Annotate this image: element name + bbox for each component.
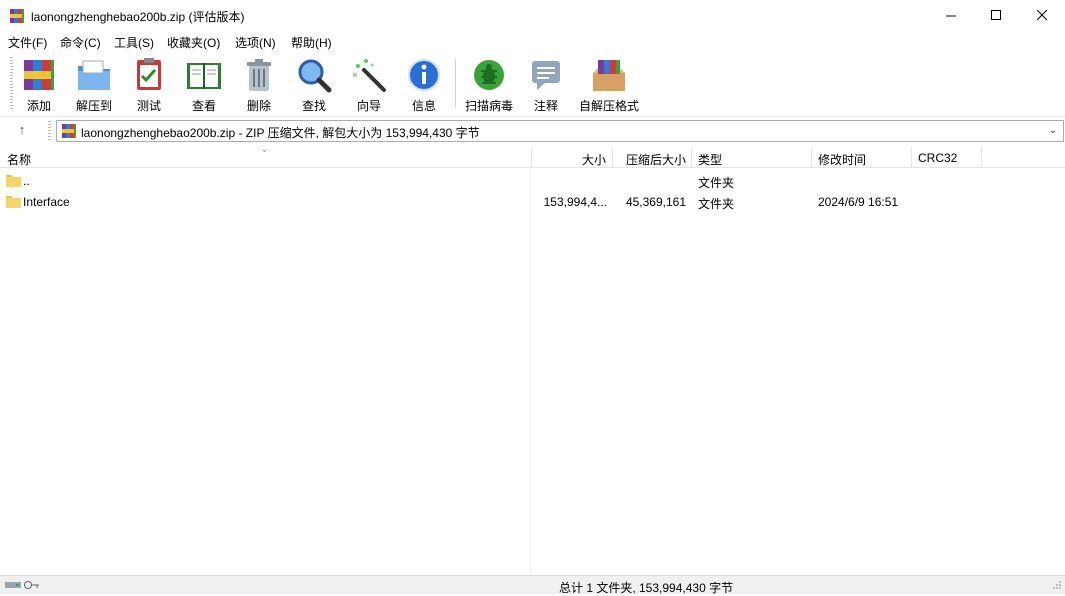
address-bar[interactable]: laonongzhenghebao200b.zip - ZIP 压缩文件, 解包… <box>56 120 1064 142</box>
resize-grip-icon[interactable] <box>1052 580 1062 590</box>
magnifier-icon <box>298 59 332 93</box>
toolbar: 添加 解压到 测试 查看 删除 查找 向导 信息 扫描病毒 注释 自解压格式 <box>0 51 1065 117</box>
menu-command[interactable]: 命令(C) <box>60 34 101 51</box>
column-packed-label: 压缩后大小 <box>625 153 686 167</box>
sfx-button[interactable]: 自解压格式 <box>577 54 641 114</box>
delete-button[interactable]: 删除 <box>231 54 287 114</box>
find-label: 查找 <box>301 99 326 113</box>
table-row[interactable]: Interface 153,994,4... 45,369,161 文件夹 20… <box>0 191 1065 212</box>
title-bar: laonongzhenghebao200b.zip (评估版本) <box>0 0 1065 31</box>
sort-indicator-icon: ⌄ <box>261 144 269 154</box>
address-row: ↑ laonongzhenghebao200b.zip - ZIP 压缩文件, … <box>0 117 1065 145</box>
column-crc-label: CRC32 <box>918 151 958 165</box>
table-row[interactable]: .. 文件夹 <box>0 170 1065 191</box>
row-type: 文件夹 <box>698 197 735 211</box>
toolbar-separator <box>455 59 456 107</box>
info-button[interactable]: 信息 <box>396 54 452 114</box>
menu-options[interactable]: 选项(N) <box>235 34 276 51</box>
view-button[interactable]: 查看 <box>176 54 232 114</box>
test-label: 测试 <box>136 99 161 113</box>
menu-tools[interactable]: 工具(S) <box>114 34 154 51</box>
drive-icon <box>5 582 21 588</box>
arrow-up-icon: ↑ <box>18 122 26 137</box>
view-book-icon <box>187 63 221 89</box>
file-list-header: 名称 ⌄ 大小 压缩后大小 类型 修改时间 CRC32 <box>0 144 1065 168</box>
status-bar: 总计 1 文件夹, 153,994,430 字节 <box>0 575 1065 595</box>
folder-icon <box>6 175 21 187</box>
column-size[interactable]: 大小 <box>532 147 613 167</box>
row-name: Interface <box>23 195 70 209</box>
address-grip[interactable] <box>48 121 51 141</box>
folder-icon <box>6 196 21 208</box>
virus-scan-icon <box>474 60 504 90</box>
find-button[interactable]: 查找 <box>286 54 342 114</box>
close-icon <box>1036 10 1047 21</box>
virus-scan-button[interactable]: 扫描病毒 <box>461 54 517 114</box>
column-type-label: 类型 <box>698 153 723 167</box>
extract-to-button[interactable]: 解压到 <box>66 54 122 114</box>
row-size: 153,994,4... <box>543 195 607 209</box>
comment-icon <box>532 61 560 90</box>
column-divider <box>530 166 531 575</box>
close-button[interactable] <box>1019 0 1065 31</box>
maximize-icon <box>990 10 1001 20</box>
sfx-label: 自解压格式 <box>578 99 639 113</box>
maximize-button[interactable] <box>973 0 1019 31</box>
wizard-button[interactable]: 向导 <box>341 54 397 114</box>
add-archive-icon <box>24 60 54 90</box>
sfx-box-icon <box>593 60 625 91</box>
add-label: 添加 <box>26 99 51 113</box>
status-text: 总计 1 文件夹, 153,994,430 字节 <box>559 581 734 595</box>
chevron-down-icon[interactable]: ⌄ <box>1046 123 1060 139</box>
extract-to-icon <box>78 60 110 90</box>
wizard-wand-icon <box>353 59 386 92</box>
menu-bar: 文件(F) 命令(C) 工具(S) 收藏夹(O) 选项(N) 帮助(H) <box>0 31 1065 51</box>
extract-to-label: 解压到 <box>75 99 112 113</box>
row-packed: 45,369,161 <box>625 195 686 209</box>
wizard-label: 向导 <box>356 99 381 113</box>
column-name[interactable]: 名称 ⌄ <box>0 144 532 167</box>
info-label: 信息 <box>411 99 436 113</box>
column-type[interactable]: 类型 <box>692 147 812 167</box>
comment-button[interactable]: 注释 <box>518 54 574 114</box>
window-title: laonongzhenghebao200b.zip (评估版本) <box>31 10 245 24</box>
column-modified[interactable]: 修改时间 <box>812 147 912 167</box>
minimize-button[interactable] <box>928 0 974 31</box>
add-button[interactable]: 添加 <box>11 54 67 114</box>
trash-icon <box>247 59 271 91</box>
column-packed[interactable]: 压缩后大小 <box>613 147 692 167</box>
address-text: laonongzhenghebao200b.zip - ZIP 压缩文件, 解包… <box>81 126 480 140</box>
row-name: .. <box>23 174 30 188</box>
menu-help[interactable]: 帮助(H) <box>291 34 332 51</box>
winrar-app-icon <box>10 9 24 23</box>
up-folder-button[interactable]: ↑ <box>12 122 32 140</box>
row-type: 文件夹 <box>698 176 735 190</box>
delete-label: 删除 <box>246 99 271 113</box>
row-modified: 2024/6/9 16:51 <box>818 195 899 209</box>
test-button[interactable]: 测试 <box>121 54 177 114</box>
test-icon <box>137 58 161 90</box>
column-name-label: 名称 <box>7 153 32 167</box>
view-label: 查看 <box>191 99 216 113</box>
key-icon <box>24 581 39 589</box>
minimize-icon <box>945 15 956 17</box>
column-size-label: 大小 <box>581 153 606 167</box>
info-icon <box>408 59 440 91</box>
column-crc[interactable]: CRC32 <box>912 147 982 167</box>
column-modified-label: 修改时间 <box>818 153 867 167</box>
archive-icon <box>62 124 76 138</box>
virus-scan-label: 扫描病毒 <box>464 99 513 113</box>
menu-favorites[interactable]: 收藏夹(O) <box>167 34 220 51</box>
comment-label: 注释 <box>533 99 558 113</box>
menu-file[interactable]: 文件(F) <box>8 34 47 51</box>
